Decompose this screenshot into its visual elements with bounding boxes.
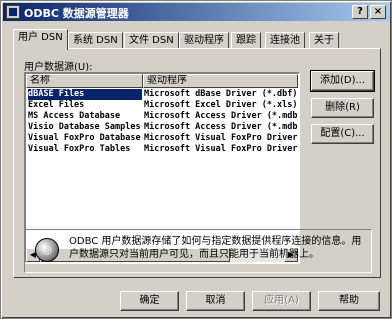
add-button[interactable]: 添加(D)...	[310, 70, 375, 92]
help-button[interactable]: 帮助	[318, 291, 380, 311]
row-driver: Microsoft Excel Driver (*.xls)	[144, 100, 298, 110]
title-bar[interactable]: ODBC 数据源管理器 ? ×	[3, 3, 389, 21]
list-row[interactable]: Visual FoxPro Database Microsoft Visual …	[26, 133, 298, 144]
window-title: ODBC 数据源管理器	[24, 7, 129, 20]
list-row[interactable]: Excel Files Microsoft Excel Driver (*.xl…	[26, 100, 298, 111]
ok-button[interactable]: 确定	[120, 291, 179, 311]
row-name: MS Access Database	[28, 111, 121, 121]
info-text: ODBC 用户数据源存储了如何与指定数据提供程序连接的信息。用户数据源只对当前用…	[69, 236, 362, 260]
column-name-header[interactable]: 名称	[26, 74, 143, 88]
row-name: Excel Files	[28, 100, 85, 110]
user-data-sources-label: 用户数据源(U):	[24, 62, 93, 73]
odbc-info-icon: ◎	[35, 238, 59, 262]
row-driver: Microsoft Visual FoxPro Driver	[144, 144, 298, 154]
row-driver: Microsoft Access Driver (*.mdb)	[144, 122, 298, 132]
configure-button[interactable]: 配置(C)...	[311, 124, 374, 144]
info-box: ◎ ODBC 用户数据源存储了如何与指定数据提供程序连接的信息。用户数据源只对当…	[24, 229, 372, 273]
tab-system-dsn[interactable]: 系统 DSN	[68, 32, 123, 49]
list-row[interactable]: Visual FoxPro Tables Microsoft Visual Fo…	[26, 144, 298, 155]
row-driver: Microsoft Access Driver (*.mdb)	[144, 111, 298, 121]
row-driver: Microsoft dBase Driver (*.dbf)	[144, 89, 298, 99]
remove-button[interactable]: 删除(R)	[311, 98, 374, 118]
help-title-button[interactable]: ?	[352, 5, 368, 19]
tab-connection-pooling[interactable]: 连接池	[265, 32, 305, 49]
odbc-dialog: ODBC 数据源管理器 ? × 用户 DSN 系统 DSN 文件 DSN 驱动程…	[0, 0, 392, 319]
tab-user-dsn[interactable]: 用户 DSN	[13, 29, 68, 50]
cancel-button[interactable]: 取消	[186, 291, 245, 311]
tab-tracing[interactable]: 跟踪	[231, 32, 261, 49]
row-name: Visual FoxPro Tables	[28, 144, 131, 154]
row-name: Visual FoxPro Database	[28, 133, 141, 143]
row-name: Visio Database Samples	[28, 122, 141, 132]
tab-drivers[interactable]: 驱动程序	[179, 32, 229, 49]
tab-file-dsn[interactable]: 文件 DSN	[124, 32, 179, 49]
row-driver: Microsoft Visual FoxPro Driver	[144, 133, 298, 143]
column-driver-header[interactable]: 驱动程序	[143, 74, 298, 88]
tab-about[interactable]: 关于	[309, 32, 339, 49]
close-button[interactable]: ×	[370, 5, 386, 19]
odbc-app-icon	[6, 5, 20, 19]
row-name: dBASE Files	[27, 89, 143, 101]
list-rows: dBASE Files Microsoft dBase Driver (*.db…	[26, 89, 298, 239]
user-dsn-panel: 用户数据源(U): 名称 驱动程序 dBASE Files Microsoft …	[13, 48, 381, 278]
list-row[interactable]: Visio Database Samples Microsoft Access …	[26, 122, 298, 133]
tab-strip: 用户 DSN 系统 DSN 文件 DSN 驱动程序 跟踪 连接池 关于	[13, 29, 383, 50]
list-row[interactable]: dBASE Files Microsoft dBase Driver (*.db…	[26, 89, 298, 101]
list-header: 名称 驱动程序	[26, 74, 298, 88]
list-row[interactable]: MS Access Database Microsoft Access Driv…	[26, 111, 298, 122]
apply-button[interactable]: 应用(A)	[252, 291, 311, 311]
